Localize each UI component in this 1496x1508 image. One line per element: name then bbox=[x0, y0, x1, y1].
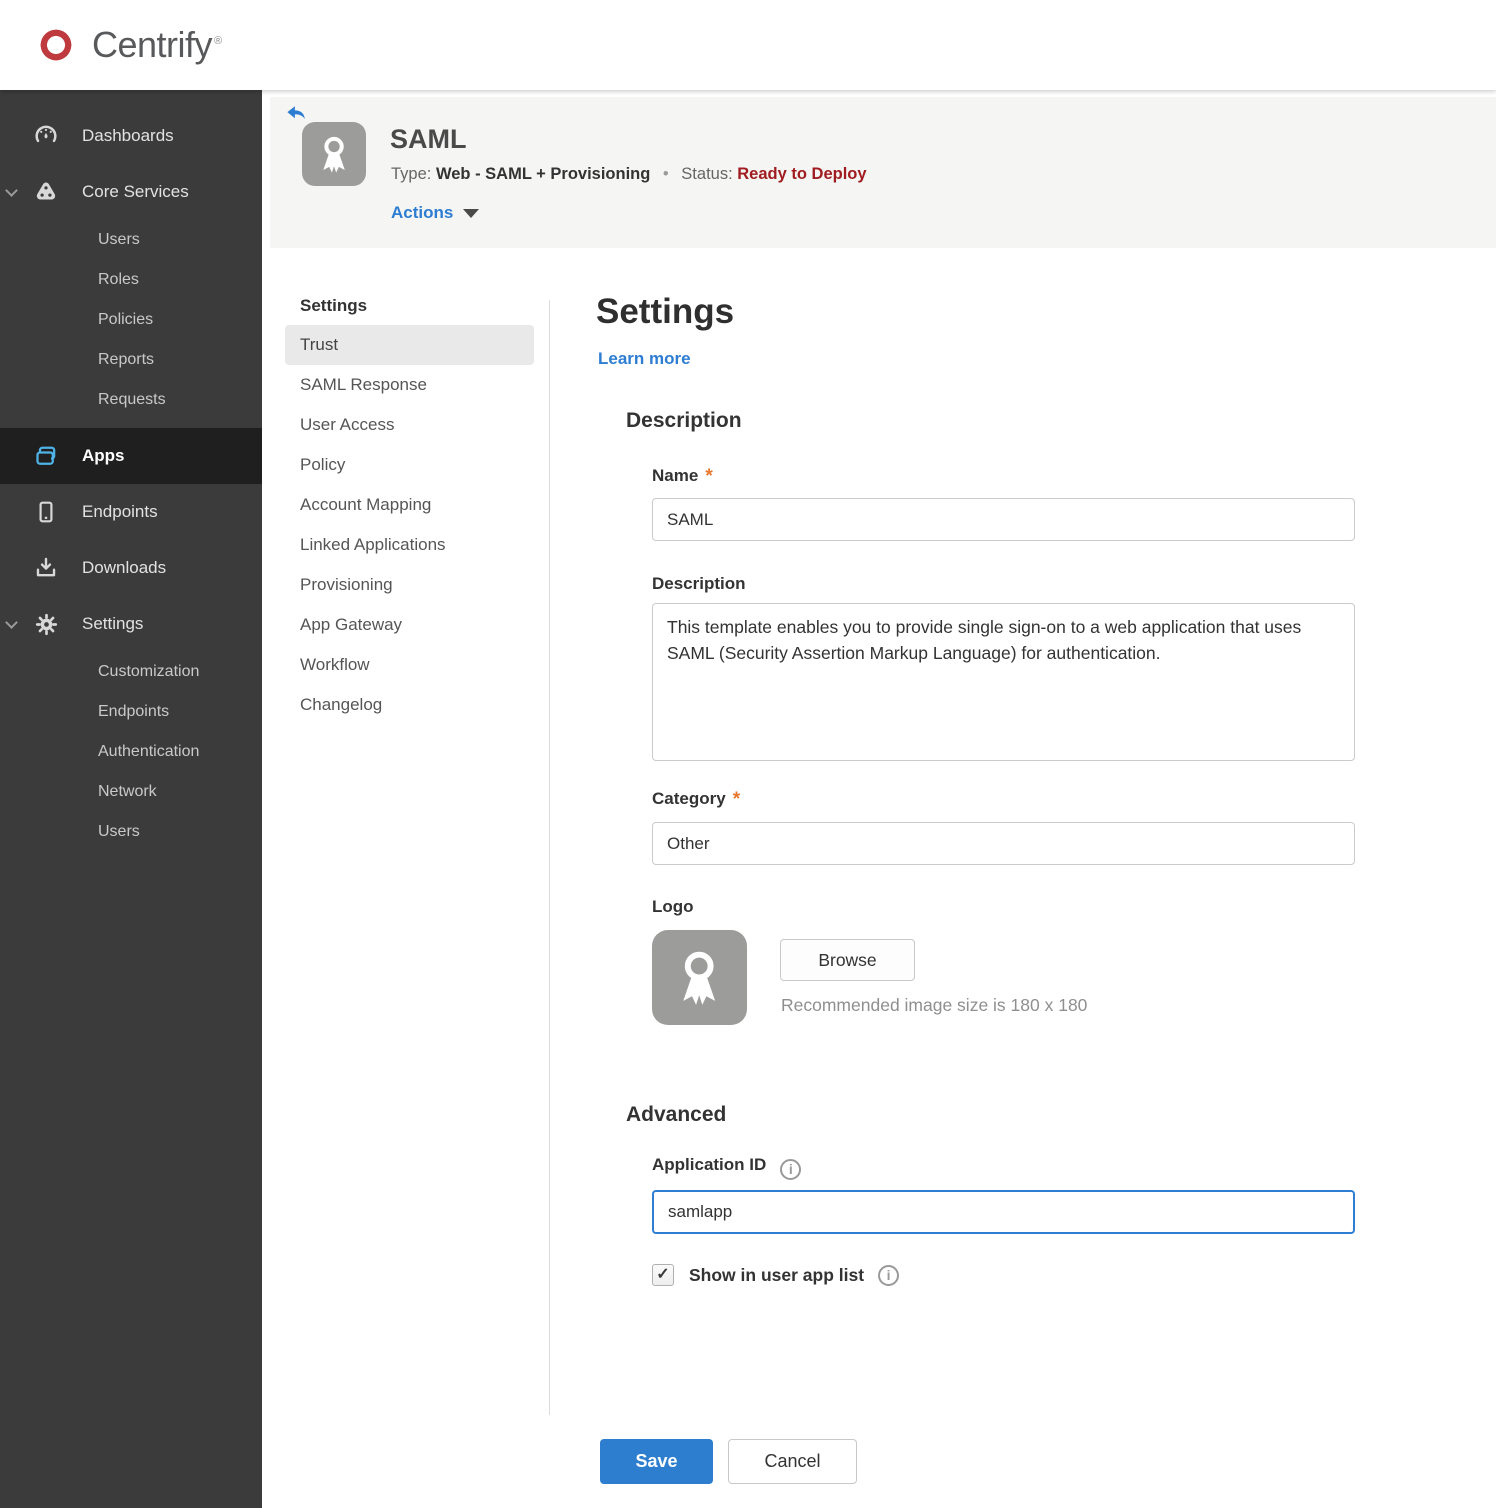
subnav-item-saml-response[interactable]: SAML Response bbox=[285, 365, 534, 405]
logo-size-hint: Recommended image size is 180 x 180 bbox=[781, 995, 1088, 1015]
show-in-user-app-list-label: Show in user app list bbox=[689, 1264, 865, 1285]
status-badge: Ready to Deploy bbox=[737, 165, 867, 183]
vertical-divider bbox=[549, 300, 550, 1415]
sidebar-item-label: Apps bbox=[82, 446, 125, 465]
advanced-section-heading: Advanced bbox=[626, 1103, 727, 1126]
description-field[interactable]: This template enables you to provide sin… bbox=[652, 603, 1355, 761]
subnav-header: Settings bbox=[300, 296, 368, 315]
centrify-swirl-icon bbox=[40, 29, 72, 61]
sidebar-item-roles[interactable]: Roles bbox=[0, 260, 262, 300]
sidebar-item-label: Settings bbox=[82, 614, 144, 633]
category-field[interactable] bbox=[652, 822, 1355, 865]
sidebar-item-network[interactable]: Network bbox=[0, 772, 262, 812]
save-button[interactable]: Save bbox=[600, 1439, 713, 1484]
app-meta: Type: Web - SAML + Provisioning • Status… bbox=[391, 165, 867, 184]
subnav-item-workflow[interactable]: Workflow bbox=[285, 645, 534, 685]
info-icon[interactable] bbox=[780, 1159, 802, 1180]
description-label: Description bbox=[652, 574, 746, 593]
sidebar-item-authentication[interactable]: Authentication bbox=[0, 732, 262, 772]
application-id-label: Application ID bbox=[652, 1155, 802, 1180]
sidebar-item-settings-users[interactable]: Users bbox=[0, 812, 262, 852]
sidebar-item-apps[interactable]: Apps bbox=[0, 428, 262, 484]
app-header: SAML Type: Web - SAML + Provisioning • S… bbox=[270, 97, 1496, 248]
endpoints-icon bbox=[32, 498, 60, 526]
back-arrow-icon[interactable] bbox=[284, 103, 308, 125]
sidebar-item-dashboards[interactable]: Dashboards bbox=[0, 108, 262, 164]
sidebar-item-label: Core Services bbox=[82, 182, 189, 201]
subnav-item-changelog[interactable]: Changelog bbox=[285, 685, 534, 725]
content-area: SAML Type: Web - SAML + Provisioning • S… bbox=[262, 0, 1496, 1508]
name-field[interactable] bbox=[652, 498, 1355, 541]
gear-icon bbox=[32, 610, 60, 638]
caret-down-icon bbox=[463, 209, 480, 219]
required-asterisk: * bbox=[732, 789, 741, 810]
show-in-user-app-list-checkbox[interactable] bbox=[652, 1264, 674, 1286]
page-title: Settings bbox=[596, 292, 735, 331]
sidebar-divider bbox=[0, 420, 262, 428]
top-bar: Centrify bbox=[0, 0, 1496, 90]
logo-preview bbox=[652, 930, 747, 1025]
sidebar: Dashboards Core Services Users Roles Pol… bbox=[0, 90, 262, 1508]
subnav-item-app-gateway[interactable]: App Gateway bbox=[285, 605, 534, 645]
required-asterisk: * bbox=[705, 466, 713, 487]
info-icon[interactable] bbox=[878, 1264, 900, 1286]
sidebar-item-reports[interactable]: Reports bbox=[0, 340, 262, 380]
chevron-down-icon[interactable] bbox=[7, 186, 16, 195]
show-in-app-list-row: Show in user app list bbox=[652, 1264, 900, 1286]
subnav-item-provisioning[interactable]: Provisioning bbox=[285, 565, 534, 605]
type-value: Web - SAML + Provisioning bbox=[435, 165, 651, 183]
browse-button[interactable]: Browse bbox=[780, 939, 915, 981]
sidebar-item-core-services[interactable]: Core Services bbox=[0, 164, 262, 220]
actions-menu-button[interactable]: Actions bbox=[391, 203, 480, 223]
core-services-icon bbox=[32, 178, 60, 206]
sidebar-item-label: Dashboards bbox=[82, 126, 174, 145]
app-logo bbox=[302, 122, 366, 186]
dashboard-icon bbox=[32, 122, 60, 150]
type-label: Type: bbox=[391, 165, 432, 183]
subnav-item-trust[interactable]: Trust bbox=[285, 325, 534, 365]
logo-label: Logo bbox=[652, 897, 694, 916]
app-title: SAML bbox=[390, 124, 467, 154]
chevron-down-icon[interactable] bbox=[7, 618, 16, 627]
learn-more-link[interactable]: Learn more bbox=[598, 349, 691, 369]
downloads-icon bbox=[32, 554, 60, 582]
sidebar-item-users[interactable]: Users bbox=[0, 220, 262, 260]
subnav-item-policy[interactable]: Policy bbox=[285, 445, 534, 485]
sidebar-item-customization[interactable]: Customization bbox=[0, 652, 262, 692]
status-label: Status: bbox=[681, 165, 733, 183]
settings-subnav: Settings Trust SAML Response User Access… bbox=[262, 295, 549, 725]
category-label: Category * bbox=[652, 789, 741, 810]
apps-icon bbox=[32, 442, 60, 470]
application-id-field[interactable] bbox=[652, 1190, 1355, 1234]
subnav-item-linked-applications[interactable]: Linked Applications bbox=[285, 525, 534, 565]
sidebar-item-requests[interactable]: Requests bbox=[0, 380, 262, 420]
description-section-heading: Description bbox=[626, 409, 742, 432]
sidebar-item-policies[interactable]: Policies bbox=[0, 300, 262, 340]
meta-separator: • bbox=[662, 165, 669, 183]
cancel-button[interactable]: Cancel bbox=[728, 1439, 857, 1484]
brand-logo: Centrify bbox=[30, 19, 222, 71]
name-label: Name * bbox=[652, 466, 713, 487]
sidebar-item-label: Downloads bbox=[82, 558, 167, 577]
brand-name: Centrify bbox=[92, 24, 222, 66]
subnav-item-user-access[interactable]: User Access bbox=[285, 405, 534, 445]
sidebar-item-downloads[interactable]: Downloads bbox=[0, 540, 262, 596]
subnav-item-account-mapping[interactable]: Account Mapping bbox=[285, 485, 534, 525]
sidebar-item-label: Endpoints bbox=[82, 502, 158, 521]
sidebar-item-settings[interactable]: Settings bbox=[0, 596, 262, 652]
sidebar-item-endpoints[interactable]: Endpoints bbox=[0, 484, 262, 540]
sidebar-item-settings-endpoints[interactable]: Endpoints bbox=[0, 692, 262, 732]
